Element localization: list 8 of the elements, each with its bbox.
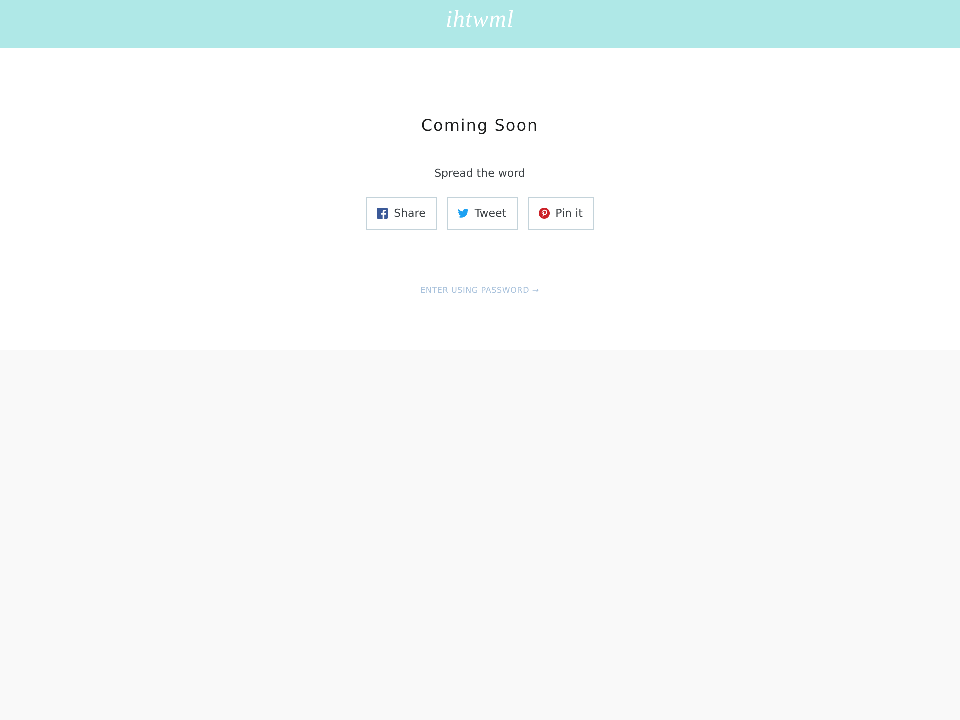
share-button[interactable]: Share (366, 197, 437, 230)
share-button[interactable]: Pin it (528, 197, 594, 230)
pinterest-icon (538, 208, 550, 219)
twitter-icon (458, 208, 469, 219)
facebook-icon (377, 208, 388, 219)
share-caption: Spread the word (434, 166, 526, 182)
share-button[interactable]: Tweet (446, 197, 518, 230)
page-title: Coming Soon (421, 116, 539, 136)
